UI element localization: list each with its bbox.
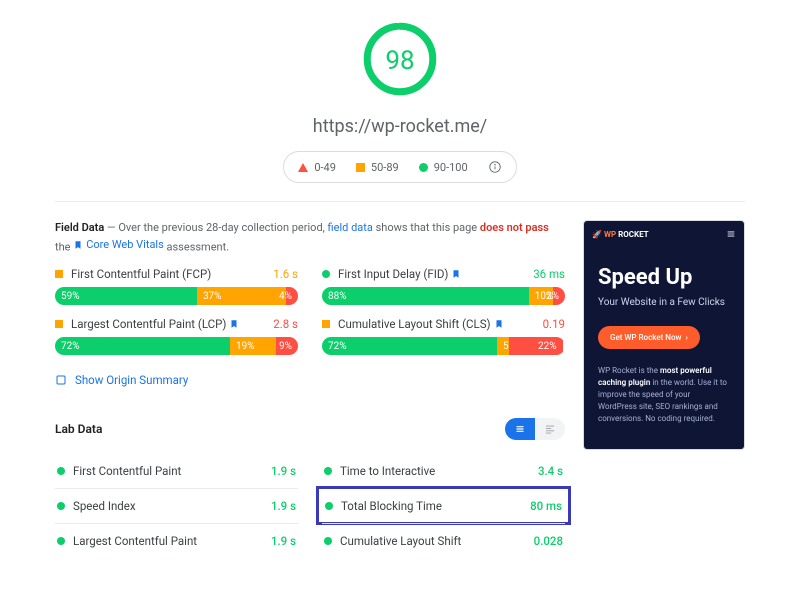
page-url: https://wp-rocket.me/ [55, 116, 745, 137]
view-toggle[interactable] [505, 418, 565, 440]
bookmark-icon [451, 269, 461, 279]
metric-value: 1.6 s [273, 267, 298, 281]
distribution-bar: 88% 10% 2% [322, 287, 565, 305]
lab-metric-name: Time to Interactive [340, 464, 435, 478]
legend-avg: 50-89 [356, 161, 399, 174]
bookmark-icon [73, 240, 83, 250]
list-expanded-icon [543, 422, 557, 436]
lab-metric-name: First Contentful Paint [73, 464, 181, 478]
score-number: 98 [385, 46, 414, 76]
lab-metric-value: 80 ms [530, 499, 562, 513]
lab-metric-value: 1.9 s [271, 499, 296, 513]
expand-icon [55, 374, 67, 386]
hamburger-icon [726, 229, 736, 239]
bookmark-icon [494, 319, 504, 329]
lab-data-title: Lab Data [55, 422, 102, 436]
status-marker-icon [325, 502, 333, 510]
field-metric: First Contentful Paint (FCP) 1.6 s 59% 3… [55, 267, 298, 305]
dist-good: 88% [322, 287, 529, 305]
lab-metric-name: Largest Contentful Paint [73, 534, 197, 548]
distribution-bar: 59% 37% 4% [55, 287, 298, 305]
status-marker-icon [324, 467, 332, 475]
field-data-link[interactable]: field data [328, 221, 373, 234]
metric-name: Cumulative Layout Shift (CLS) [338, 317, 491, 331]
dist-good: 72% [55, 337, 230, 355]
phone-cta-button: Get WP Rocket Now› [598, 326, 700, 349]
lab-metric-value: 3.4 s [538, 464, 563, 478]
lab-metric-name: Total Blocking Time [341, 499, 442, 513]
lab-metric-name: Cumulative Layout Shift [340, 534, 461, 548]
phone-description: WP Rocket is the most powerful caching p… [598, 365, 730, 425]
score-legend: 0-49 50-89 90-100 [283, 151, 516, 183]
lab-metric-row[interactable]: First Contentful Paint 1.9 s [55, 454, 298, 488]
square-icon [356, 163, 365, 172]
field-metric: Cumulative Layout Shift (CLS) 0.19 72% 5… [322, 317, 565, 355]
field-data-title: Field Data [55, 221, 104, 234]
show-origin-summary-link[interactable]: Show Origin Summary [55, 373, 188, 387]
legend-good: 90-100 [419, 161, 468, 174]
toggle-compact[interactable] [505, 418, 535, 440]
info-icon[interactable] [488, 160, 502, 174]
field-data-header: Field Data — Over the previous 28-day co… [55, 220, 565, 255]
lab-metric-value: 0.028 [534, 534, 563, 548]
lab-metric-value: 1.9 s [271, 534, 296, 548]
metric-value: 36 ms [533, 267, 565, 281]
status-marker-icon [322, 320, 330, 328]
toggle-expanded[interactable] [535, 418, 565, 440]
circle-icon [419, 163, 428, 172]
dist-avg: 19% [230, 337, 276, 355]
status-marker-icon [324, 537, 332, 545]
dist-avg: 5% [497, 337, 509, 355]
lab-metric-name: Speed Index [73, 499, 136, 513]
status-marker-icon [57, 502, 65, 510]
lab-metric-row[interactable]: Largest Contentful Paint 1.9 s [55, 523, 298, 558]
dist-good: 59% [55, 287, 197, 305]
metric-name: First Contentful Paint (FCP) [71, 267, 211, 281]
lab-metric-row[interactable]: Speed Index 1.9 s [55, 488, 298, 523]
metric-value: 0.19 [543, 317, 565, 331]
field-metric: First Input Delay (FID) 36 ms 88% 10% 2% [322, 267, 565, 305]
lab-data-header: Lab Data [55, 418, 565, 440]
lab-metric-row[interactable]: Cumulative Layout Shift 0.028 [322, 523, 565, 558]
phone-headline: Speed Up [598, 265, 730, 290]
status-marker-icon [55, 270, 63, 278]
status-marker-icon [322, 270, 330, 278]
legend-poor: 0-49 [298, 161, 336, 174]
field-metric: Largest Contentful Paint (LCP) 2.8 s 72%… [55, 317, 298, 355]
lab-metric-row[interactable]: Total Blocking Time 80 ms [316, 486, 571, 525]
phone-tagline: Your Website in a Few Clicks [598, 296, 730, 309]
status-marker-icon [57, 537, 65, 545]
section-divider [55, 201, 745, 202]
distribution-bar: 72% 19% 9% [55, 337, 298, 355]
bookmark-icon [229, 319, 239, 329]
phone-navbar: 🚀WP ROCKET [584, 221, 744, 247]
metric-value: 2.8 s [273, 317, 298, 331]
field-metrics-grid: First Contentful Paint (FCP) 1.6 s 59% 3… [55, 267, 565, 355]
distribution-bar: 72% 5% 22% [322, 337, 565, 355]
dist-good: 72% [322, 337, 497, 355]
metric-name: First Input Delay (FID) [338, 267, 448, 281]
does-not-pass-label: does not pass [480, 221, 549, 234]
dist-poor: 2% [553, 287, 565, 305]
metric-name: Largest Contentful Paint (LCP) [71, 317, 226, 331]
lab-metrics-grid: First Contentful Paint 1.9 s Time to Int… [55, 454, 565, 558]
dist-avg: 37% [197, 287, 286, 305]
score-gauge: 98 [361, 20, 439, 102]
list-compact-icon [513, 422, 527, 436]
phone-mockup: 🚀WP ROCKET Speed Up Your Website in a Fe… [583, 220, 745, 558]
status-marker-icon [57, 467, 65, 475]
score-gauge-section: 98 https://wp-rocket.me/ 0-49 50-89 90-1… [55, 20, 745, 183]
triangle-icon [298, 163, 308, 172]
dist-poor: 9% [276, 337, 298, 355]
status-marker-icon [55, 320, 63, 328]
wp-rocket-logo: 🚀WP ROCKET [592, 230, 649, 239]
dist-poor: 22% [509, 337, 562, 355]
core-web-vitals-link[interactable]: Core Web Vitals [73, 237, 164, 254]
dist-poor: 4% [286, 287, 298, 305]
lab-metric-value: 1.9 s [271, 464, 296, 478]
lab-metric-row[interactable]: Time to Interactive 3.4 s [322, 454, 565, 488]
